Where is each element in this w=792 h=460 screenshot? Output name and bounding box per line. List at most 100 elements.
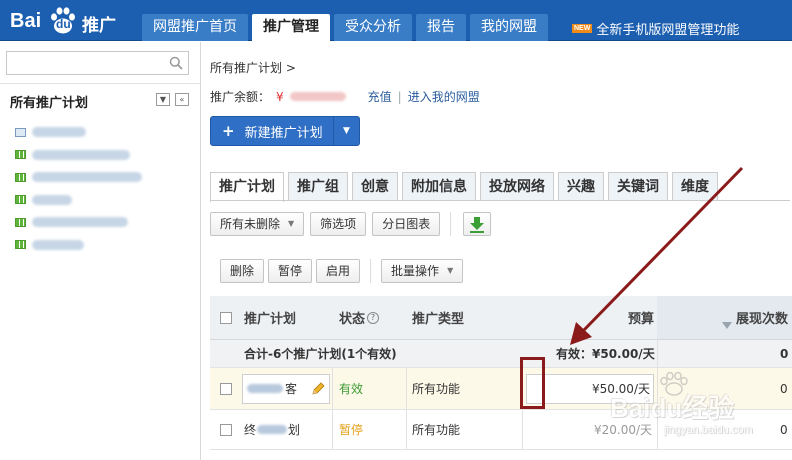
plan-name-cell: 客 <box>242 368 330 409</box>
table-header: 推广计划 状态 ? 推广类型 预算 展现次数 <box>210 296 792 340</box>
new-plan-button[interactable]: + 新建推广计划 ▼ <box>210 116 360 146</box>
nav-tab-my-network[interactable]: 我的网盟 <box>470 14 548 41</box>
balance-currency: ¥ <box>276 89 284 104</box>
redacted-plan-name <box>32 127 86 138</box>
action-toolbar: 删除 暂停 启用 批量操作 ▼ <box>220 259 464 283</box>
redacted-plan-name <box>32 239 84 250</box>
help-icon[interactable]: ? <box>367 311 380 324</box>
chevron-down-icon: ▼ <box>288 219 295 228</box>
header-status[interactable]: 状态 ? <box>339 296 380 339</box>
edit-pencil-icon[interactable] <box>311 381 325 396</box>
filter-dropdown[interactable]: 所有未删除 ▼ <box>210 212 305 236</box>
nav-tab-audience[interactable]: 受众分析 <box>334 14 412 41</box>
mobile-promo-link[interactable]: NEW 全新手机版网盟管理功能 <box>572 19 739 38</box>
sort-desc-icon[interactable] <box>722 322 732 330</box>
plan-active-icon <box>15 150 26 160</box>
collapse-sidebar-icon[interactable]: « <box>175 93 189 106</box>
redacted-plan-name <box>32 172 142 183</box>
column-divider <box>657 340 658 367</box>
plan-search-input[interactable] <box>7 52 157 74</box>
plan-tree-item[interactable] <box>15 189 142 212</box>
enable-button[interactable]: 启用 <box>316 259 361 283</box>
table-row[interactable]: 终 划 暂停 所有功能 ¥20.00/天 0 <box>210 410 792 450</box>
logo-du-text: du <box>56 17 71 31</box>
plan-name-suffix: 划 <box>288 423 301 437</box>
column-divider <box>332 368 333 409</box>
tab-plans[interactable]: 推广计划 <box>210 172 284 202</box>
header-plan[interactable]: 推广计划 <box>244 296 296 339</box>
budget-cell: ¥50.00/天 <box>526 368 654 409</box>
daily-chart-button[interactable]: 分日图表 <box>372 212 441 236</box>
balance-line: 推广余额： ¥ 充值 | 进入我的网盟 <box>210 88 480 105</box>
total-budget: 有效：¥50.00/天 <box>556 347 655 361</box>
plan-tree-item[interactable] <box>15 211 142 234</box>
filter-options-button[interactable]: 筛选项 <box>310 212 367 236</box>
batch-operations-dropdown[interactable]: 批量操作 ▼ <box>381 259 464 283</box>
header-status-label: 状态 <box>339 312 366 327</box>
plan-tree <box>15 121 142 256</box>
main-panel: 所有推广计划 > 推广余额： ¥ 充值 | 进入我的网盟 + 新建推广计划 ▼ … <box>202 42 792 460</box>
plan-tree-item[interactable] <box>15 166 142 189</box>
tab-divider <box>210 200 790 201</box>
breadcrumb[interactable]: 所有推广计划 > <box>210 59 296 76</box>
table-total-row: 合计-6个推广计划(1个有效) 有效：¥50.00/天 0 <box>210 340 792 368</box>
enter-my-network-link[interactable]: 进入我的网盟 <box>408 88 480 105</box>
redacted-plan-name <box>32 217 128 228</box>
sidebar: 所有推广计划 ▼ « <box>0 42 201 460</box>
plan-tree-item[interactable] <box>15 144 142 167</box>
filter-dropdown-label: 所有未删除 <box>220 217 281 231</box>
plan-name-prefix: 终 <box>244 423 257 437</box>
balance-label: 推广余额： <box>210 90 271 104</box>
plan-name-editor[interactable]: 客 <box>242 373 330 404</box>
chevron-down-icon[interactable]: ▼ <box>333 117 359 145</box>
plan-tree-item[interactable] <box>15 234 142 257</box>
impressions-cell: 0 <box>780 422 788 437</box>
header-impressions[interactable]: 展现次数 <box>657 296 792 339</box>
annotation-highlight-box <box>520 357 545 409</box>
tab-interests[interactable]: 兴趣 <box>558 172 604 201</box>
new-plan-main[interactable]: + 新建推广计划 <box>211 117 333 145</box>
type-cell: 所有功能 <box>412 423 461 437</box>
header-budget[interactable]: 预算 <box>628 296 654 339</box>
select-all-checkbox[interactable] <box>220 311 232 324</box>
plan-active-icon <box>15 240 26 250</box>
tab-dimensions[interactable]: 维度 <box>672 172 718 201</box>
tab-creatives[interactable]: 创意 <box>352 172 398 201</box>
download-button[interactable] <box>463 212 492 236</box>
main-nav: 网盟推广首页 推广管理 受众分析 报告 我的网盟 <box>142 14 552 42</box>
nav-tab-home[interactable]: 网盟推广首页 <box>142 14 248 41</box>
nav-tab-report[interactable]: 报告 <box>416 14 466 41</box>
redacted-plan-name <box>32 149 130 160</box>
plan-name-cell[interactable]: 终 划 <box>244 410 300 449</box>
recharge-link[interactable]: 充值 <box>368 88 392 105</box>
header-type[interactable]: 推广类型 <box>412 296 464 339</box>
column-divider <box>406 410 407 449</box>
sidebar-divider <box>0 83 200 84</box>
baidu-tuiguang-logo[interactable]: Bai du 推广 <box>6 3 140 37</box>
column-divider <box>657 368 658 409</box>
tab-keywords[interactable]: 关键词 <box>608 172 668 201</box>
header-impressions-label: 展现次数 <box>735 312 788 327</box>
plan-active-icon <box>15 217 26 227</box>
row-checkbox[interactable] <box>220 423 232 436</box>
tab-placement-network[interactable]: 投放网络 <box>480 172 554 201</box>
chevron-down-icon[interactable]: ▼ <box>156 93 170 106</box>
plan-search-box <box>6 51 189 75</box>
tab-groups[interactable]: 推广组 <box>288 172 348 201</box>
tab-extra-info[interactable]: 附加信息 <box>402 172 476 201</box>
nav-tab-manage[interactable]: 推广管理 <box>252 14 330 42</box>
batch-label: 批量操作 <box>391 264 440 278</box>
table-row[interactable]: 客 有效 所有功能 ¥50.00/天 0 <box>210 368 792 410</box>
plan-name-suffix: 客 <box>285 382 298 396</box>
plan-tree-item[interactable] <box>15 121 142 144</box>
budget-editor[interactable]: ¥50.00/天 <box>526 373 654 404</box>
row-checkbox[interactable] <box>220 382 232 395</box>
budget-value: ¥50.00/天 <box>591 382 650 396</box>
column-divider <box>657 410 658 449</box>
new-plan-label: 新建推广计划 <box>244 125 323 141</box>
delete-button[interactable]: 删除 <box>220 259 265 283</box>
logo-tuiguang-text: 推广 <box>82 16 116 36</box>
search-icon[interactable] <box>169 56 183 70</box>
redacted-balance <box>289 92 346 101</box>
pause-button[interactable]: 暂停 <box>268 259 313 283</box>
